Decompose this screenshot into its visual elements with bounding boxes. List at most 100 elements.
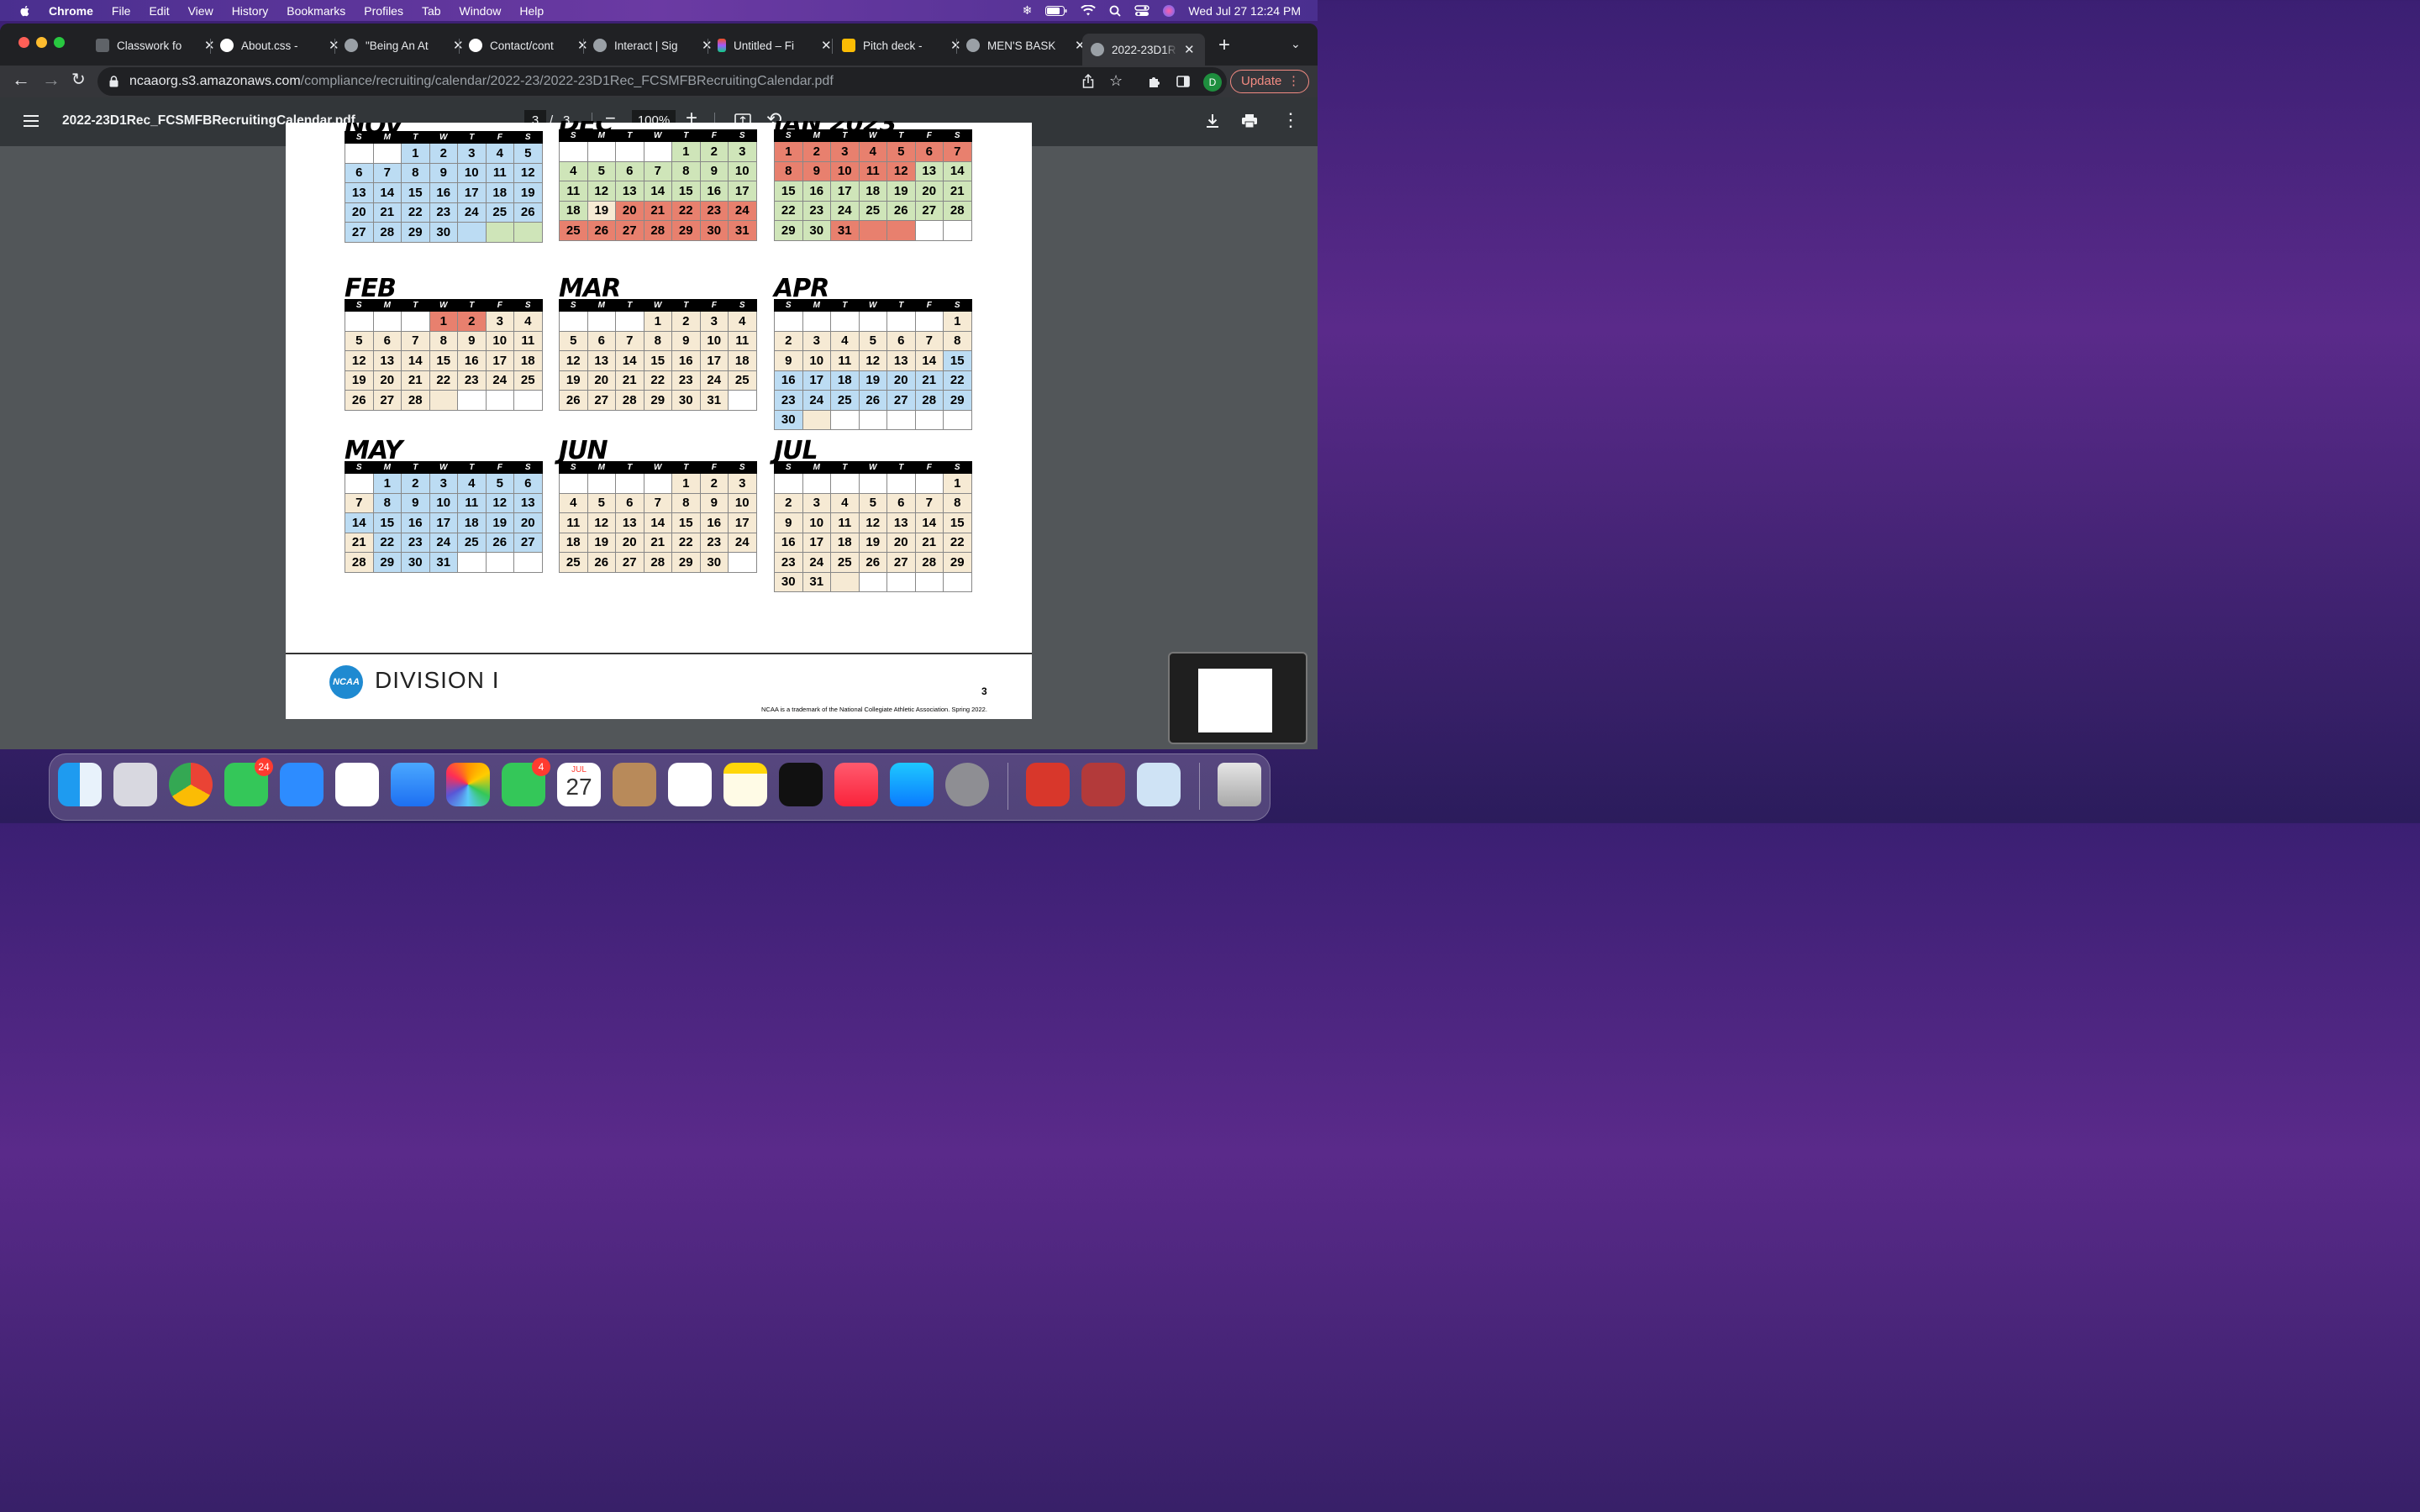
menu-view[interactable]: View (188, 4, 213, 18)
search-icon[interactable] (1109, 5, 1122, 17)
day-cell: 13 (345, 182, 374, 203)
day-cell: 27 (615, 220, 644, 241)
chrome-icon[interactable] (169, 763, 213, 806)
day-cell: 29 (774, 220, 803, 241)
more-options-icon[interactable]: ⋮ (1281, 109, 1300, 131)
weekday-label: T (830, 461, 860, 474)
menu-profiles[interactable]: Profiles (364, 4, 403, 18)
menu-history[interactable]: History (232, 4, 269, 18)
tab-mens-basketball[interactable]: MEN'S BASK ✕ (966, 34, 1086, 57)
siri-icon[interactable] (1163, 4, 1176, 17)
minimize-window-button[interactable] (36, 37, 47, 48)
extensions-puzzle-icon[interactable] (1148, 75, 1161, 88)
tab-title: Interact | Sig (614, 39, 678, 52)
day-cell: 21 (643, 532, 672, 553)
close-window-button[interactable] (18, 37, 29, 48)
facetime-icon[interactable]: 4 (502, 758, 550, 806)
weekday-label: T (401, 299, 430, 312)
week-row: 20 21 22 23 24 25 26 (345, 202, 543, 223)
month-calendar: MAY S M T W T F S 1 2 3 4 5 6 7 8 9 10 11 12 13 14 15 16 17 18 19 2… (345, 436, 543, 573)
lock-icon[interactable] (109, 76, 118, 87)
calendar-icon[interactable]: JUL 27 (557, 763, 601, 806)
url-text[interactable]: ncaaorg.s3.amazonaws.com/compliance/recr… (129, 74, 834, 89)
snowflake-icon[interactable]: ❄ (1023, 3, 1033, 18)
messages-icon[interactable]: 24 (224, 758, 273, 806)
menu-app-name[interactable]: Chrome (49, 4, 93, 18)
music-icon[interactable] (834, 763, 878, 806)
tab-contact[interactable]: Contact/cont ✕ (469, 34, 588, 57)
preview-icon[interactable] (1137, 763, 1181, 806)
forward-arrow-icon[interactable]: → (42, 69, 60, 91)
reminders-icon[interactable] (668, 763, 712, 806)
tab-active-pdf[interactable]: 2022-23D1R ✕ (1082, 34, 1205, 66)
day-cell: 7 (943, 141, 972, 162)
bookmark-star-icon[interactable]: ☆ (1109, 72, 1123, 90)
empty-day-cell (858, 571, 887, 592)
tab-figma-untitled[interactable]: Untitled – Fi ✕ (718, 34, 832, 57)
app-store-icon[interactable] (890, 763, 934, 806)
menu-bookmarks[interactable]: Bookmarks (287, 4, 345, 18)
photos-icon[interactable] (446, 763, 490, 806)
finder-icon[interactable] (58, 763, 102, 806)
day-cell: 12 (485, 492, 514, 513)
update-button[interactable]: Update ⋮ (1230, 70, 1309, 93)
new-tab-button[interactable]: + (1218, 34, 1230, 57)
tab-divider (832, 39, 833, 54)
calendar-day: 27 (566, 774, 592, 800)
day-cell: 10 (802, 350, 831, 371)
contacts-icon[interactable] (613, 763, 656, 806)
control-center-icon[interactable] (1134, 4, 1150, 17)
close-tab-icon[interactable]: ✕ (1184, 42, 1195, 57)
day-cell: 30 (401, 552, 430, 573)
back-arrow-icon[interactable]: ← (12, 69, 30, 91)
empty-day-cell (914, 571, 944, 592)
photo-booth-icon[interactable] (1026, 763, 1070, 806)
system-preferences-icon[interactable] (945, 763, 989, 806)
zoom-window-button[interactable] (54, 37, 65, 48)
tab-pitch-deck[interactable]: Pitch deck - ✕ (842, 34, 961, 57)
slack-icon[interactable] (335, 763, 379, 806)
mail-icon[interactable] (391, 763, 434, 806)
day-cell: 3 (429, 473, 458, 494)
day-cell: 14 (615, 350, 644, 371)
trash-icon[interactable] (1218, 763, 1261, 806)
menu-help[interactable]: Help (519, 4, 544, 18)
dictionary-icon[interactable] (1081, 763, 1125, 806)
empty-day-cell (774, 473, 803, 494)
notes-icon[interactable] (723, 763, 767, 806)
screenshot-thumbnail[interactable] (1168, 652, 1307, 744)
menu-file[interactable]: File (112, 4, 131, 18)
download-icon[interactable] (1206, 113, 1219, 129)
launchpad-icon[interactable] (113, 763, 157, 806)
zoom-icon[interactable] (280, 763, 324, 806)
share-icon[interactable] (1082, 74, 1094, 88)
day-cell: 15 (671, 512, 701, 533)
day-cell: 31 (699, 390, 729, 411)
empty-day-cell (802, 409, 831, 430)
tab-being-an-athlete[interactable]: "Being An At ✕ (345, 34, 464, 57)
day-cell: 8 (671, 160, 701, 181)
battery-icon[interactable] (1045, 5, 1067, 16)
apple-icon[interactable] (18, 4, 32, 18)
tab-classwork[interactable]: Classwork fo ✕ (96, 34, 215, 57)
menu-edit[interactable]: Edit (149, 4, 169, 18)
reload-icon[interactable]: ↻ (71, 69, 86, 90)
wifi-icon[interactable] (1081, 4, 1097, 17)
tab-search-chevron-icon[interactable]: ⌄ (1291, 37, 1301, 51)
menu-tab[interactable]: Tab (422, 4, 441, 18)
print-icon[interactable] (1241, 113, 1258, 129)
menu-window[interactable]: Window (460, 4, 502, 18)
profile-avatar[interactable]: D (1203, 73, 1222, 92)
close-tab-icon[interactable]: ✕ (821, 38, 832, 53)
sidebar-icon[interactable] (1176, 75, 1190, 88)
menubar-clock[interactable]: Wed Jul 27 12:24 PM (1188, 4, 1301, 18)
apple-tv-icon[interactable] (779, 763, 823, 806)
tab-interact[interactable]: Interact | Sig ✕ (593, 34, 713, 57)
tab-about-css[interactable]: About.css - ✕ (220, 34, 339, 57)
day-cell: 12 (587, 512, 616, 533)
day-cell: 9 (774, 350, 803, 371)
weekday-label: T (886, 461, 916, 474)
address-bar[interactable]: ncaaorg.s3.amazonaws.com/compliance/recr… (97, 67, 1227, 96)
day-cell: 24 (830, 200, 860, 221)
hamburger-menu-icon[interactable] (24, 115, 39, 127)
